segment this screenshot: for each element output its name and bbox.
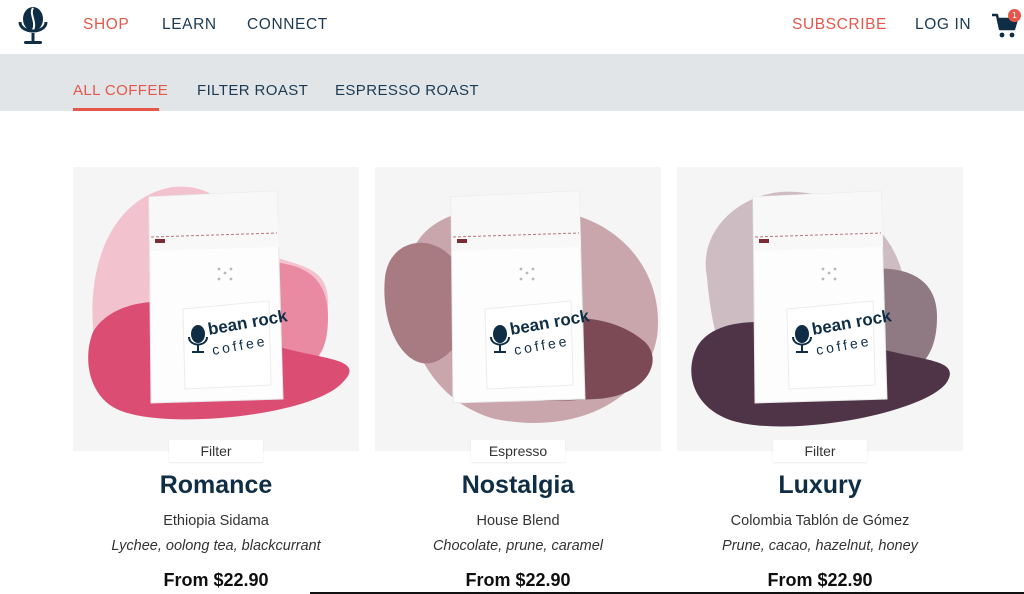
nav-subscribe[interactable]: SUBSCRIBE (792, 16, 887, 34)
product-origin: House Blend (476, 513, 560, 529)
tab-all-coffee[interactable]: ALL COFFEE (73, 82, 168, 99)
active-tab-indicator (73, 108, 159, 111)
tasting-notes: Prune, cacao, hazelnut, honey (722, 538, 918, 554)
nav-connect[interactable]: CONNECT (247, 16, 328, 34)
product-name[interactable]: Romance (73, 471, 359, 500)
coffee-bag-image: bean rock coffee (148, 190, 289, 404)
product-price: From $22.90 (767, 570, 873, 590)
tasting-notes: Chocolate, prune, caramel (432, 538, 604, 554)
nav-learn[interactable]: LEARN (162, 16, 217, 34)
product-art: bean rock coffee (384, 190, 659, 423)
product-card[interactable]: bean rock coffee Espresso Nostalgia Hous… (375, 167, 661, 594)
product-name[interactable]: Nostalgia (375, 471, 661, 500)
product-art: bean rock coffee (88, 186, 350, 420)
product-price: From $22.90 (465, 570, 571, 590)
product-origin: Ethiopia Sidama (163, 513, 269, 529)
tab-filter-roast[interactable]: FILTER ROAST (197, 82, 308, 99)
coffee-bag-image: bean rock coffee (450, 190, 591, 404)
coffee-bag-image: bean rock coffee (752, 190, 893, 404)
roast-badge: Filter (169, 440, 263, 462)
product-art: bean rock coffee (691, 190, 950, 427)
product-card[interactable]: bean rock coffee Filter Luxury Colombia … (677, 167, 963, 594)
cart-count-badge: 1 (1008, 9, 1021, 22)
product-card[interactable]: bean rock coffee Filter Romance Ethiopia… (73, 167, 359, 594)
product-price: From $22.90 (163, 570, 269, 590)
site-header: SHOP LEARN CONNECT SUBSCRIBE LOG IN 1 (0, 0, 1024, 54)
tab-espresso-roast[interactable]: ESPRESSO ROAST (335, 82, 479, 99)
nav-shop[interactable]: SHOP (83, 16, 129, 34)
filter-bar: ALL COFFEE FILTER ROAST ESPRESSO ROAST (0, 54, 1024, 111)
logo-microphone-icon[interactable] (16, 6, 50, 46)
tasting-notes: Lychee, oolong tea, blackcurrant (111, 538, 321, 554)
product-name[interactable]: Luxury (677, 471, 963, 500)
nav-login[interactable]: LOG IN (915, 16, 971, 34)
roast-badge: Filter (773, 440, 867, 462)
product-origin: Colombia Tablón de Gómez (730, 513, 910, 529)
roast-badge: Espresso (471, 440, 565, 462)
